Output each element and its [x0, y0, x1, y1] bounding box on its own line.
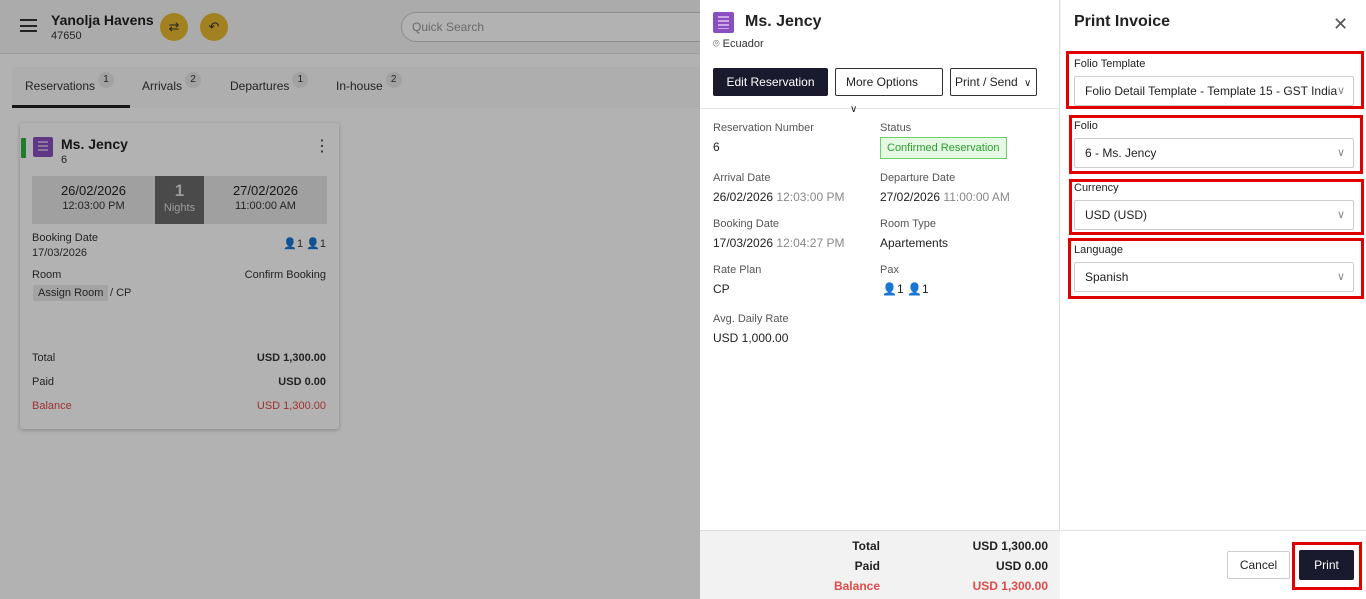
location-pin-icon: ⌾	[713, 38, 720, 50]
status-label: Status	[880, 122, 912, 134]
print-button[interactable]: Print	[1299, 550, 1354, 580]
total-value: USD 1,300.00	[972, 539, 1048, 553]
arrival-date-label: Arrival Date	[713, 172, 771, 184]
currency-select[interactable]: USD (USD) ∨	[1074, 200, 1354, 230]
arrival-datetime: 26/02/2026 12:03:00 PM	[713, 190, 845, 204]
folio-template-label: Folio Template	[1074, 58, 1146, 70]
reservation-number-label: Reservation Number	[713, 122, 814, 134]
rate-plan: CP	[713, 282, 730, 296]
reservation-number: 6	[713, 140, 720, 154]
guest-name: Ms. Jency	[745, 13, 822, 30]
paid-label: Paid	[854, 559, 880, 573]
balance-value: USD 1,300.00	[972, 579, 1048, 593]
folio-select[interactable]: 6 - Ms. Jency ∨	[1074, 138, 1354, 168]
reservation-totals: Total USD 1,300.00 Paid USD 0.00 Balance…	[700, 530, 1060, 599]
rate-plan-label: Rate Plan	[713, 264, 762, 276]
guest-location: ⌾ Ecuador	[713, 38, 764, 50]
avg-daily-rate: USD 1,000.00	[713, 331, 789, 345]
departure-datetime: 27/02/2026 11:00:00 AM	[880, 190, 1010, 204]
booking-date-label: Booking Date	[713, 218, 780, 230]
status-badge: Confirmed Reservation	[880, 137, 1007, 159]
language-label: Language	[1074, 244, 1123, 256]
chevron-down-icon: ∨	[1336, 209, 1345, 221]
print-send-button[interactable]: Print / Send ∨	[950, 68, 1037, 96]
folio-template-select[interactable]: Folio Detail Template - Template 15 - GS…	[1074, 76, 1354, 106]
panel-footer: Cancel Print	[1061, 530, 1366, 599]
balance-label: Balance	[833, 579, 880, 593]
print-invoice-panel: Print Invoice ✕ Folio Template Folio Det…	[1061, 0, 1366, 599]
room-type-label: Room Type	[880, 218, 937, 230]
modal-backdrop[interactable]	[0, 0, 700, 599]
language-select[interactable]: Spanish ∨	[1074, 262, 1354, 292]
booking-datetime: 17/03/2026 12:04:27 PM	[713, 236, 845, 250]
chevron-down-icon: ∨	[1336, 85, 1345, 97]
reservation-detail-panel: Ms. Jency ⌾ Ecuador Edit Reservation Mor…	[700, 0, 1060, 599]
departure-date-label: Departure Date	[880, 172, 956, 184]
folio-label: Folio	[1074, 120, 1098, 132]
pax-label: Pax	[880, 264, 899, 276]
chevron-down-icon: ∨	[1024, 78, 1032, 89]
edit-reservation-button[interactable]: Edit Reservation	[713, 68, 828, 96]
adult-icon: 👤	[882, 282, 897, 296]
chevron-down-icon: ∨	[1336, 271, 1345, 283]
chevron-down-icon: ∨	[1336, 147, 1345, 159]
total-label: Total	[852, 539, 880, 553]
panel-title: Print Invoice	[1074, 13, 1171, 30]
close-icon[interactable]: ✕	[1333, 14, 1348, 35]
cancel-button[interactable]: Cancel	[1227, 551, 1290, 579]
paid-value: USD 0.00	[995, 559, 1048, 573]
room-type: Apartements	[880, 236, 949, 250]
reservation-header: Ms. Jency ⌾ Ecuador Edit Reservation Mor…	[700, 0, 1060, 115]
child-icon: 👤	[906, 282, 922, 296]
more-options-button[interactable]: More Options ∨	[835, 68, 943, 115]
building-icon	[713, 12, 734, 33]
pax-counts: 👤1 👤1	[882, 282, 929, 296]
chevron-down-icon: ∨	[850, 104, 858, 115]
currency-label: Currency	[1074, 182, 1119, 194]
avg-daily-rate-label: Avg. Daily Rate	[713, 313, 789, 325]
